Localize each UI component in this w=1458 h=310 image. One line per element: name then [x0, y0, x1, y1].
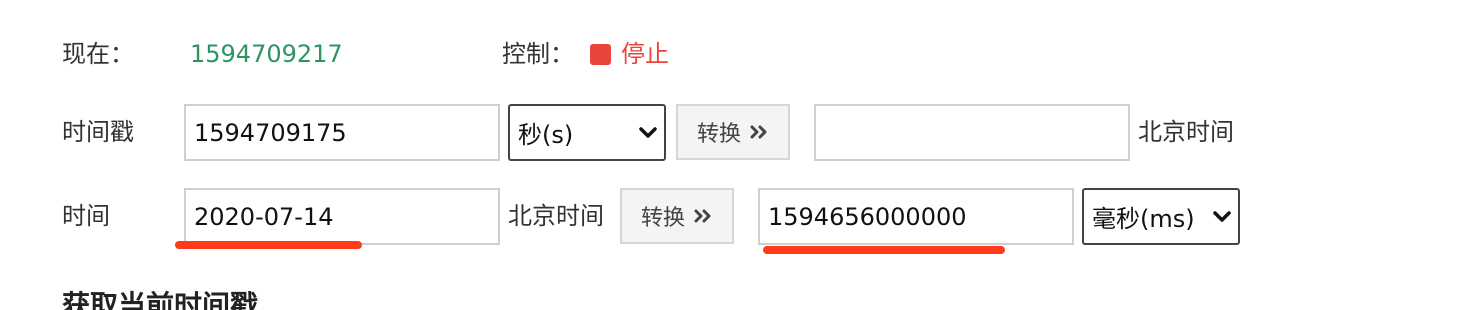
double-chevron-right-icon	[750, 125, 767, 139]
timestamp-converter-page: 现在： 1594709217 控制： 停止 时间戳 1594709175 秒(s…	[0, 0, 1458, 310]
time-label: 时间	[62, 202, 110, 230]
time-input[interactable]: 2020-07-14	[184, 188, 500, 245]
control-label: 控制：	[502, 40, 574, 68]
double-chevron-right-icon	[694, 209, 711, 223]
chevron-down-icon	[1213, 210, 1231, 222]
convert-label: 转换	[640, 206, 685, 231]
time-input-suffix: 北京时间	[508, 202, 604, 230]
chevron-down-icon	[639, 126, 657, 138]
stop-button[interactable]: 停止	[590, 38, 669, 70]
annotation-underline-time-input	[175, 241, 362, 249]
annotation-underline-time-output	[763, 246, 1005, 254]
now-label: 现在：	[62, 40, 134, 68]
section-title: 获取当前时间戳	[62, 289, 259, 310]
timestamp-output-suffix: 北京时间	[1138, 118, 1234, 146]
time-unit-select[interactable]: 毫秒(ms)	[1082, 188, 1240, 245]
time-convert-button[interactable]: 转换	[620, 188, 734, 244]
timestamp-input[interactable]: 1594709175	[184, 104, 500, 161]
stop-label: 停止	[621, 40, 669, 68]
time-unit-value: 毫秒(ms)	[1092, 205, 1195, 233]
time-output-field[interactable]: 1594656000000	[758, 188, 1074, 245]
timestamp-output-field[interactable]	[814, 104, 1130, 161]
stop-icon	[590, 43, 611, 65]
timestamp-unit-select[interactable]: 秒(s)	[508, 104, 666, 161]
timestamp-unit-value: 秒(s)	[518, 121, 574, 149]
convert-label: 转换	[696, 122, 741, 147]
timestamp-label: 时间戳	[62, 118, 134, 146]
timestamp-convert-button[interactable]: 转换	[676, 104, 790, 160]
current-timestamp: 1594709217	[190, 40, 343, 68]
